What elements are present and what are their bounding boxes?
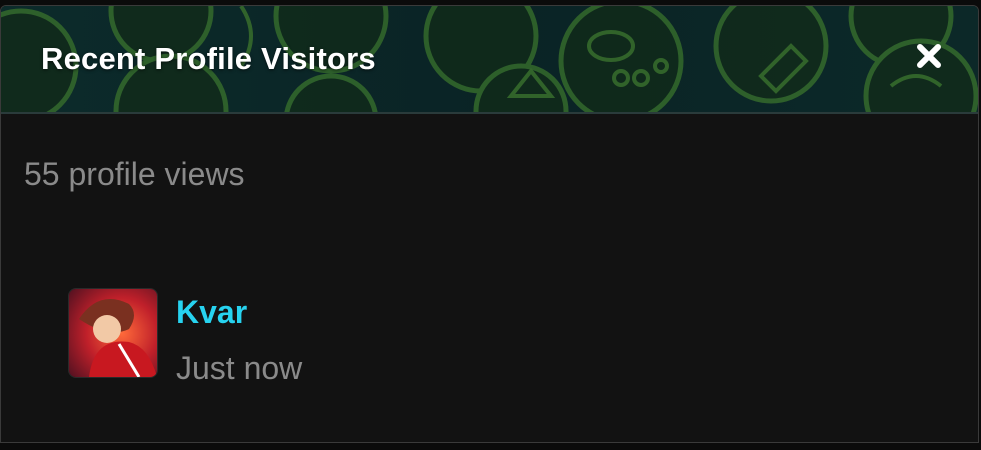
profile-views-count: 55 profile views [24,156,245,192]
widget-title: Recent Profile Visitors [41,41,376,76]
visit-time: Just now [176,350,303,386]
recent-visitors-widget: Recent Profile Visitors 55 profile views [0,5,979,443]
widget-header: Recent Profile Visitors [1,6,978,114]
visitor-name-link[interactable]: Kvar [176,294,247,331]
close-icon[interactable] [916,43,942,69]
avatar[interactable] [68,288,158,378]
